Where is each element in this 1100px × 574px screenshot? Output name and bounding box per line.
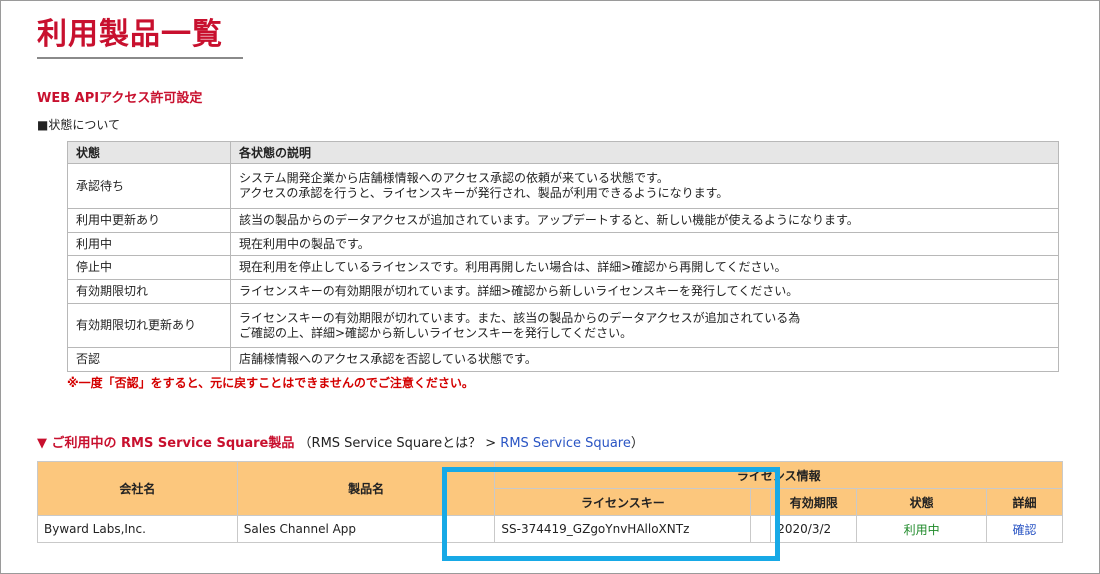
product-column-header: 製品名 <box>236 461 496 516</box>
description-line: アクセスの承認を行うと、ライセンスキーが発行され、製品が利用できるようになります… <box>239 186 729 200</box>
table-row: 利用中 現在利用中の製品です。 <box>67 232 1059 256</box>
status-cell: 有効期限切れ更新あり <box>67 303 231 348</box>
description-line: ご確認の上、詳細>確認から新しいライセンスキーを発行してください。 <box>239 325 633 340</box>
status-column-header: 状態 <box>67 141 231 164</box>
description-cell: 該当の製品からのデータアクセスが追加されています。アップデートすると、新しい機能… <box>230 208 1059 233</box>
expiry-column-header: 有効期限 <box>770 488 858 516</box>
description-column-header: 各状態の説明 <box>230 141 1059 164</box>
products-header-row-1: 会社名 製品名 ライセンス情報 <box>37 461 1063 516</box>
product-cell: Sales Channel App <box>236 515 496 543</box>
table-row: 否認 店舗様情報へのアクセス承認を否認している状態です。 <box>67 347 1059 372</box>
products-heading-close: ） <box>630 436 644 451</box>
status-cell: 否認 <box>67 347 231 372</box>
product-status-cell: 利用中 <box>856 515 988 543</box>
products-heading-title: ▼ ご利用中の RMS Service Square製品 <box>37 436 295 451</box>
description-cell: 現在利用中の製品です。 <box>230 232 1059 256</box>
section-heading: WEB APIアクセス許可設定 <box>37 91 203 106</box>
status-cell: 有効期限切れ <box>67 279 231 304</box>
spacer-cell <box>750 515 772 543</box>
description-cell: ライセンスキーの有効期限が切れています。詳細>確認から新しいライセンスキーを発行… <box>230 279 1059 304</box>
status-cell: 利用中更新あり <box>67 208 231 233</box>
table-row: 承認待ち システム開発企業から店舗様情報へのアクセス承認の依頼が来ている状態です… <box>67 163 1059 209</box>
title-divider <box>37 57 243 59</box>
status-cell: 停止中 <box>67 255 231 280</box>
products-heading: ▼ ご利用中の RMS Service Square製品 （RMS Servic… <box>37 432 644 451</box>
deny-warning-text: ※一度「否認」をすると、元に戻すことはできませんのでご注意ください。 <box>67 376 474 390</box>
status-cell: 承認待ち <box>67 163 231 209</box>
products-heading-note: （RMS Service Squareとは？ > <box>298 436 501 451</box>
company-column-header: 会社名 <box>37 461 238 516</box>
status-table-header-row: 状態 各状態の説明 <box>67 141 1059 164</box>
status-cell: 利用中 <box>67 232 231 256</box>
table-row: 利用中更新あり 該当の製品からのデータアクセスが追加されています。アップデートす… <box>67 208 1059 233</box>
description-cell: 現在利用を停止しているライセンスです。利用再開したい場合は、詳細>確認から再開し… <box>230 255 1059 280</box>
table-row: 有効期限切れ更新あり ライセンスキーの有効期限が切れています。また、該当の製品か… <box>67 303 1059 348</box>
status-description-table: 状態 各状態の説明 承認待ち システム開発企業から店舗様情報へのアクセス承認の依… <box>67 141 1059 372</box>
status-note-label: ■状態について <box>37 118 120 132</box>
expiry-cell: 2020/3/2 <box>770 515 858 543</box>
table-row: 有効期限切れ ライセンスキーの有効期限が切れています。詳細>確認から新しいライセ… <box>67 279 1059 304</box>
rms-service-square-link[interactable]: RMS Service Square <box>500 436 631 451</box>
table-row: 停止中 現在利用を停止しているライセンスです。利用再開したい場合は、詳細>確認か… <box>67 255 1059 280</box>
spacer-column-header <box>750 488 772 516</box>
table-row: Byward Labs,Inc. Sales Channel App SS-37… <box>37 515 1063 543</box>
page-title: 利用製品一覧 <box>37 17 223 52</box>
status-column-header: 状態 <box>856 488 988 516</box>
description-line: システム開発企業から店舗様情報へのアクセス承認の依頼が来ている状態です。 <box>239 171 669 185</box>
products-table: 会社名 製品名 ライセンス情報 ライセンスキー 有効期限 状態 詳細 Bywar… <box>37 461 1063 543</box>
description-cell: 店舗様情報へのアクセス承認を否認している状態です。 <box>230 347 1059 372</box>
description-line: ライセンスキーの有効期限が切れています。また、該当の製品からのデータアクセスが追… <box>239 310 801 325</box>
details-column-header: 詳細 <box>986 488 1063 516</box>
details-confirm-link[interactable]: 確認 <box>986 515 1063 543</box>
description-cell: ライセンスキーの有効期限が切れています。また、該当の製品からのデータアクセスが追… <box>230 303 1059 348</box>
license-key-cell: SS-374419_GZgoYnvHAlloXNTz <box>494 515 752 543</box>
company-cell: Byward Labs,Inc. <box>37 515 238 543</box>
license-info-header: ライセンス情報 <box>494 461 1063 489</box>
license-key-column-header: ライセンスキー <box>494 488 752 516</box>
description-cell: システム開発企業から店舗様情報へのアクセス承認の依頼が来ている状態です。 アクセス… <box>230 163 1059 209</box>
